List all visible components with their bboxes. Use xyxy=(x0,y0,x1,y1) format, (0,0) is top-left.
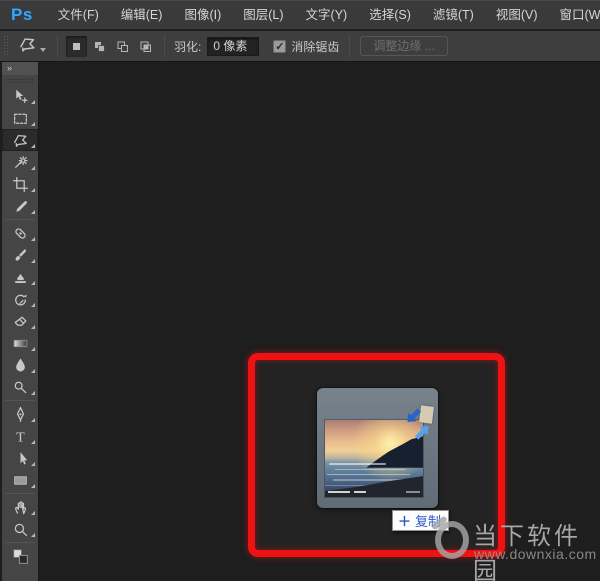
crop-tool[interactable] xyxy=(2,173,38,195)
brush-tool[interactable] xyxy=(2,244,38,266)
rectangular-marquee-tool[interactable] xyxy=(2,107,38,129)
options-bar-grip[interactable] xyxy=(3,35,8,57)
divider xyxy=(5,493,35,494)
flyout-indicator xyxy=(31,188,35,192)
anti-alias-control[interactable]: ✓ 消除锯齿 xyxy=(273,38,339,55)
flyout-indicator xyxy=(31,440,35,444)
polygonal-lasso-tool[interactable] xyxy=(2,129,38,151)
tools-panel: » xyxy=(2,62,38,581)
move-tool[interactable] xyxy=(2,85,38,107)
type-tool[interactable]: T xyxy=(2,425,38,447)
chevron-down-icon xyxy=(40,48,46,52)
flyout-indicator xyxy=(31,281,35,285)
menu-filter[interactable]: 滤镜(T) xyxy=(422,1,485,30)
flyout-indicator xyxy=(31,369,35,373)
divider xyxy=(5,400,35,401)
menu-type[interactable]: 文字(Y) xyxy=(295,1,359,30)
refine-edge-button[interactable]: 调整边缘 ... xyxy=(360,36,447,56)
menu-edit[interactable]: 编辑(E) xyxy=(110,1,174,30)
menu-file[interactable]: 文件(F) xyxy=(47,1,110,30)
menu-window[interactable]: 窗口(W) xyxy=(549,1,600,30)
sunset-beach-photo xyxy=(325,420,423,497)
photo-caption-text xyxy=(406,491,420,493)
menu-bar: Ps 文件(F) 编辑(E) 图像(I) 图层(L) 文字(Y) 选择(S) 滤… xyxy=(0,0,600,30)
flyout-indicator xyxy=(31,303,35,307)
wave-foam xyxy=(327,474,410,476)
anti-alias-label: 消除锯齿 xyxy=(291,38,339,55)
menu-image[interactable]: 图像(I) xyxy=(173,1,232,30)
drag-ghost-page xyxy=(419,405,434,423)
flyout-indicator xyxy=(31,462,35,466)
feather-label: 羽化: xyxy=(174,38,201,55)
wave-foam xyxy=(329,463,386,465)
flyout-indicator xyxy=(31,418,35,422)
flyout-indicator xyxy=(31,484,35,488)
path-selection-tool[interactable] xyxy=(2,447,38,469)
new-selection-button[interactable] xyxy=(66,36,87,57)
blur-tool[interactable] xyxy=(2,354,38,376)
watermark-site-url: www.downxia.com xyxy=(474,546,597,562)
pen-tool[interactable] xyxy=(2,403,38,425)
flyout-indicator xyxy=(31,166,35,170)
add-to-selection-button[interactable] xyxy=(89,36,110,57)
anti-alias-checkbox[interactable]: ✓ xyxy=(273,40,286,53)
tool-options-bar: 羽化: 0 像素 ✓ 消除锯齿 调整边缘 ... xyxy=(0,31,600,62)
wave-foam xyxy=(335,469,406,471)
menu-select[interactable]: 选择(S) xyxy=(358,1,422,30)
eraser-tool[interactable] xyxy=(2,310,38,332)
flyout-indicator xyxy=(31,511,35,515)
svg-text:T: T xyxy=(16,429,25,444)
mountain-silhouette xyxy=(366,420,423,468)
photo-caption-text xyxy=(354,491,366,493)
downxia-logo-icon xyxy=(435,521,469,559)
collapse-panel-button[interactable]: » xyxy=(2,62,38,75)
photoshop-window: Ps 文件(F) 编辑(E) 图像(I) 图层(L) 文字(Y) 选择(S) 滤… xyxy=(0,0,600,581)
flyout-indicator xyxy=(31,325,35,329)
polygonal-lasso-icon xyxy=(18,35,37,57)
flyout-indicator xyxy=(31,100,35,104)
flyout-indicator xyxy=(31,391,35,395)
flyout-indicator xyxy=(31,347,35,351)
spot-healing-brush-tool[interactable] xyxy=(2,222,38,244)
menu-layer[interactable]: 图层(L) xyxy=(232,1,294,30)
clone-stamp-tool[interactable] xyxy=(2,266,38,288)
divider xyxy=(5,219,35,220)
flyout-indicator xyxy=(31,259,35,263)
photoshop-logo: Ps xyxy=(0,5,47,25)
double-arrow-icon: » xyxy=(7,63,13,73)
subtract-from-selection-button[interactable] xyxy=(112,36,133,57)
gradient-tool[interactable] xyxy=(2,332,38,354)
menu-view[interactable]: 视图(V) xyxy=(485,1,549,30)
divider xyxy=(349,35,350,57)
eyedropper-tool[interactable] xyxy=(2,195,38,217)
plus-icon: ＋ xyxy=(398,511,411,530)
photo-caption-text xyxy=(328,491,350,493)
divider xyxy=(164,35,165,57)
dodge-tool[interactable] xyxy=(2,376,38,398)
magic-wand-tool[interactable] xyxy=(2,151,38,173)
flyout-indicator xyxy=(31,533,35,537)
tool-preset-picker[interactable] xyxy=(14,33,50,59)
rectangle-tool[interactable] xyxy=(2,469,38,491)
divider xyxy=(5,542,35,543)
flyout-indicator xyxy=(31,237,35,241)
foreground-background-colors[interactable] xyxy=(2,545,38,567)
flyout-indicator xyxy=(31,210,35,214)
dragged-image-thumbnail[interactable] xyxy=(317,388,438,508)
flyout-indicator xyxy=(31,144,35,148)
divider xyxy=(57,35,58,57)
hand-tool[interactable] xyxy=(2,496,38,518)
intersect-selection-button[interactable] xyxy=(135,36,156,57)
feather-input[interactable]: 0 像素 xyxy=(207,37,259,56)
panel-grip[interactable] xyxy=(7,78,33,83)
flyout-indicator xyxy=(31,122,35,126)
zoom-tool[interactable] xyxy=(2,518,38,540)
history-brush-tool[interactable] xyxy=(2,288,38,310)
